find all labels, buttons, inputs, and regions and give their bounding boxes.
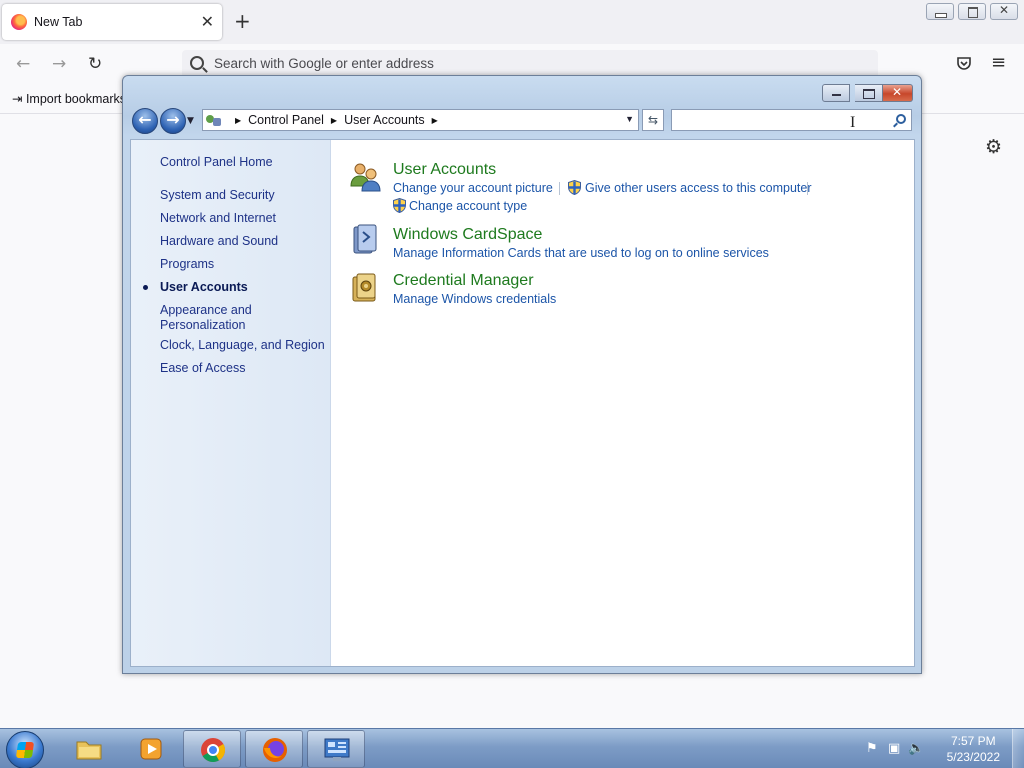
taskbar-firefox[interactable] (245, 730, 303, 768)
sidebar-item-user-accounts: User Accounts (160, 280, 248, 294)
browser-window-controls (926, 3, 1018, 20)
refresh-button[interactable]: ⇆ (642, 109, 664, 131)
reload-icon[interactable]: ↻ (88, 54, 102, 74)
chrome-icon (201, 738, 226, 763)
sidebar-item-clock-language-and-region[interactable]: Clock, Language, and Region (160, 338, 325, 353)
breadcrumb-user-accounts[interactable]: User Accounts (344, 113, 425, 127)
back-arrow-icon[interactable]: ← (16, 54, 30, 74)
breadcrumb-arrow-icon[interactable]: ▶ (432, 116, 438, 125)
show-desktop-button[interactable] (1012, 729, 1024, 768)
tab-title: New Tab (34, 15, 83, 29)
forward-arrow-icon[interactable]: → (52, 54, 66, 74)
network-icon[interactable]: ▣ (888, 741, 900, 756)
close-button[interactable] (883, 84, 913, 102)
category-user-accounts-title[interactable]: User Accounts (393, 161, 496, 179)
category-credential-manager-title[interactable]: Credential Manager (393, 272, 534, 290)
system-tray: ⚑ ▣ 🔈 7:57 PM 5/23/2022 (854, 729, 1024, 768)
taskbar-media-player[interactable] (122, 730, 180, 768)
forward-arrow-icon: → (166, 110, 180, 129)
sidebar-item-hardware-and-sound[interactable]: Hardware and Sound (160, 234, 278, 249)
taskbar-google-chrome[interactable] (183, 730, 241, 768)
clock-time: 7:57 PM (950, 734, 996, 748)
back-button[interactable]: ← (132, 108, 158, 134)
taskbar: ⚑ ▣ 🔈 7:57 PM 5/23/2022 (0, 728, 1024, 768)
restore-button[interactable] (958, 3, 986, 20)
browser-tab-bar: New Tab ✕ + (0, 0, 1024, 44)
close-tab-icon[interactable]: ✕ (201, 13, 214, 31)
uac-shield-icon (568, 180, 581, 195)
close-window-button[interactable] (990, 3, 1018, 20)
change-account-type-link[interactable]: Change account type (409, 199, 527, 213)
control-panel-icon (206, 113, 222, 127)
import-icon: ⇥ (12, 92, 26, 106)
text-cursor-icon: I (850, 114, 856, 131)
refresh-icon: ⇆ (647, 113, 659, 127)
windows-cardspace-icon[interactable] (349, 224, 381, 256)
clock-date: 5/23/2022 (946, 750, 1000, 764)
window-caption-buttons (822, 84, 913, 102)
forward-button[interactable]: → (160, 108, 186, 134)
address-dropdown-icon[interactable]: ▼ (625, 114, 634, 124)
address-bar[interactable]: ▶ Control Panel ▶ User Accounts ▶ ▼ (202, 109, 639, 131)
minimize-button[interactable] (926, 3, 954, 20)
give-other-users-access-link[interactable]: Give other users access to this computer (585, 181, 811, 195)
breadcrumb-control-panel[interactable]: Control Panel (248, 113, 324, 127)
sidebar-item-programs[interactable]: Programs (160, 257, 214, 272)
user-accounts-icon[interactable] (349, 160, 381, 192)
control-panel-icon (324, 738, 350, 761)
clock[interactable]: 7:57 PM 5/23/2022 (947, 733, 1000, 765)
firefox-icon (263, 738, 287, 762)
recent-pages-dropdown-icon[interactable]: ▼ (187, 116, 194, 126)
folder-icon (76, 741, 102, 760)
menu-icon[interactable]: ≡ (991, 53, 1006, 73)
action-center-flag-icon[interactable]: ⚑ (866, 741, 878, 756)
breadcrumb-arrow-icon[interactable]: ▶ (331, 116, 337, 125)
category-windows-cardspace-title[interactable]: Windows CardSpace (393, 226, 542, 244)
sidebar-item-system-and-security[interactable]: System and Security (160, 188, 275, 203)
back-arrow-icon: ← (138, 110, 152, 129)
sidebar-item-appearance-and-personalization[interactable]: Appearance and Personalization (160, 303, 270, 333)
volume-icon[interactable]: 🔈 (908, 741, 924, 756)
firefox-favicon-icon (11, 14, 27, 30)
sidebar-item-control-panel-home[interactable]: Control Panel Home (160, 155, 273, 170)
sidebar: Control Panel Home System and Security N… (131, 140, 331, 666)
media-player-icon (140, 738, 162, 760)
search-icon (190, 56, 204, 70)
maximize-button[interactable] (855, 84, 883, 102)
breadcrumb-arrow-icon[interactable]: ▶ (235, 116, 241, 125)
main-content: User Accounts Change your account pictur… (331, 140, 914, 666)
link-separator (559, 182, 560, 195)
taskbar-control-panel[interactable] (307, 730, 365, 768)
manage-windows-credentials-link[interactable]: Manage Windows credentials (393, 292, 556, 306)
credential-manager-icon[interactable] (349, 272, 381, 304)
taskbar-file-explorer[interactable] (60, 730, 118, 768)
sidebar-item-ease-of-access[interactable]: Ease of Access (160, 361, 245, 376)
minimize-button[interactable] (822, 84, 850, 102)
sidebar-item-network-and-internet[interactable]: Network and Internet (160, 211, 276, 226)
import-bookmarks-link[interactable]: ⇥ Import bookmarks... (12, 91, 136, 106)
change-account-picture-link[interactable]: Change your account picture (393, 181, 553, 195)
current-item-bullet-icon (143, 285, 148, 290)
url-input[interactable] (214, 56, 714, 71)
pocket-icon[interactable] (956, 56, 972, 72)
new-tab-button[interactable]: + (234, 10, 251, 32)
link-separator (807, 182, 808, 195)
settings-gear-icon[interactable]: ⚙ (985, 136, 1002, 158)
search-box[interactable] (671, 109, 912, 131)
start-button[interactable] (6, 731, 44, 768)
control-panel-body: Control Panel Home System and Security N… (130, 139, 915, 667)
tab-new-tab[interactable]: New Tab ✕ (2, 4, 222, 40)
search-icon[interactable] (896, 114, 906, 124)
uac-shield-icon (393, 198, 406, 213)
manage-information-cards-link[interactable]: Manage Information Cards that are used t… (393, 246, 769, 260)
control-panel-window: ← → ▼ ▶ Control Panel ▶ User Accounts ▶ … (122, 75, 922, 674)
